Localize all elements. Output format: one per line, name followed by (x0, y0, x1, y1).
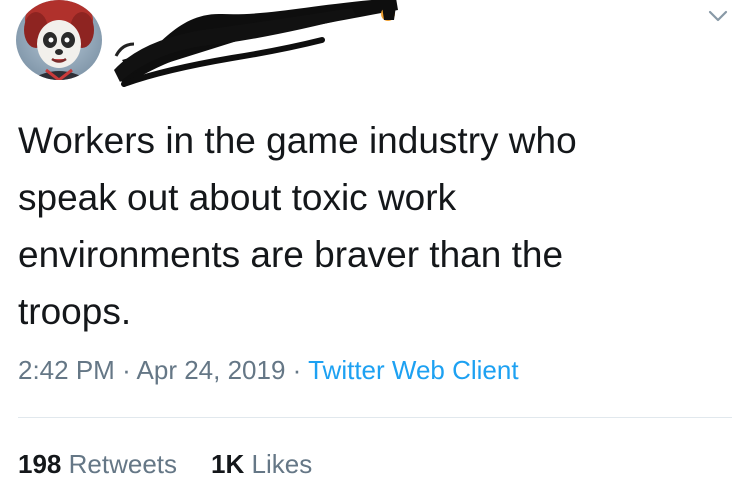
avatar[interactable] (16, 0, 102, 80)
divider (18, 417, 732, 418)
tweet-stats: 198 Retweets 1K Likes (18, 446, 312, 482)
meta-separator: · (292, 355, 302, 385)
tweet-client-link[interactable]: Twitter Web Client (308, 355, 518, 385)
likes-count: 1K (211, 449, 245, 479)
tweet-card: Workers in the game industry who speak o… (0, 0, 750, 501)
tweet-time[interactable]: 2:42 PM (18, 355, 115, 385)
tweet-metadata: 2:42 PM · Apr 24, 2019 · Twitter Web Cli… (18, 352, 519, 388)
retweets-stat[interactable]: 198 Retweets (18, 449, 177, 479)
chevron-down-icon[interactable] (702, 2, 734, 30)
likes-stat[interactable]: 1K Likes (211, 449, 312, 479)
redacted-username (112, 0, 402, 88)
retweets-count: 198 (18, 449, 62, 479)
tweet-text: Workers in the game industry who speak o… (18, 120, 577, 332)
likes-label: Likes (251, 449, 313, 479)
avatar-image (16, 0, 102, 80)
retweets-label: Retweets (68, 449, 178, 479)
tweet-date[interactable]: Apr 24, 2019 (137, 355, 286, 385)
meta-separator: · (122, 355, 131, 385)
